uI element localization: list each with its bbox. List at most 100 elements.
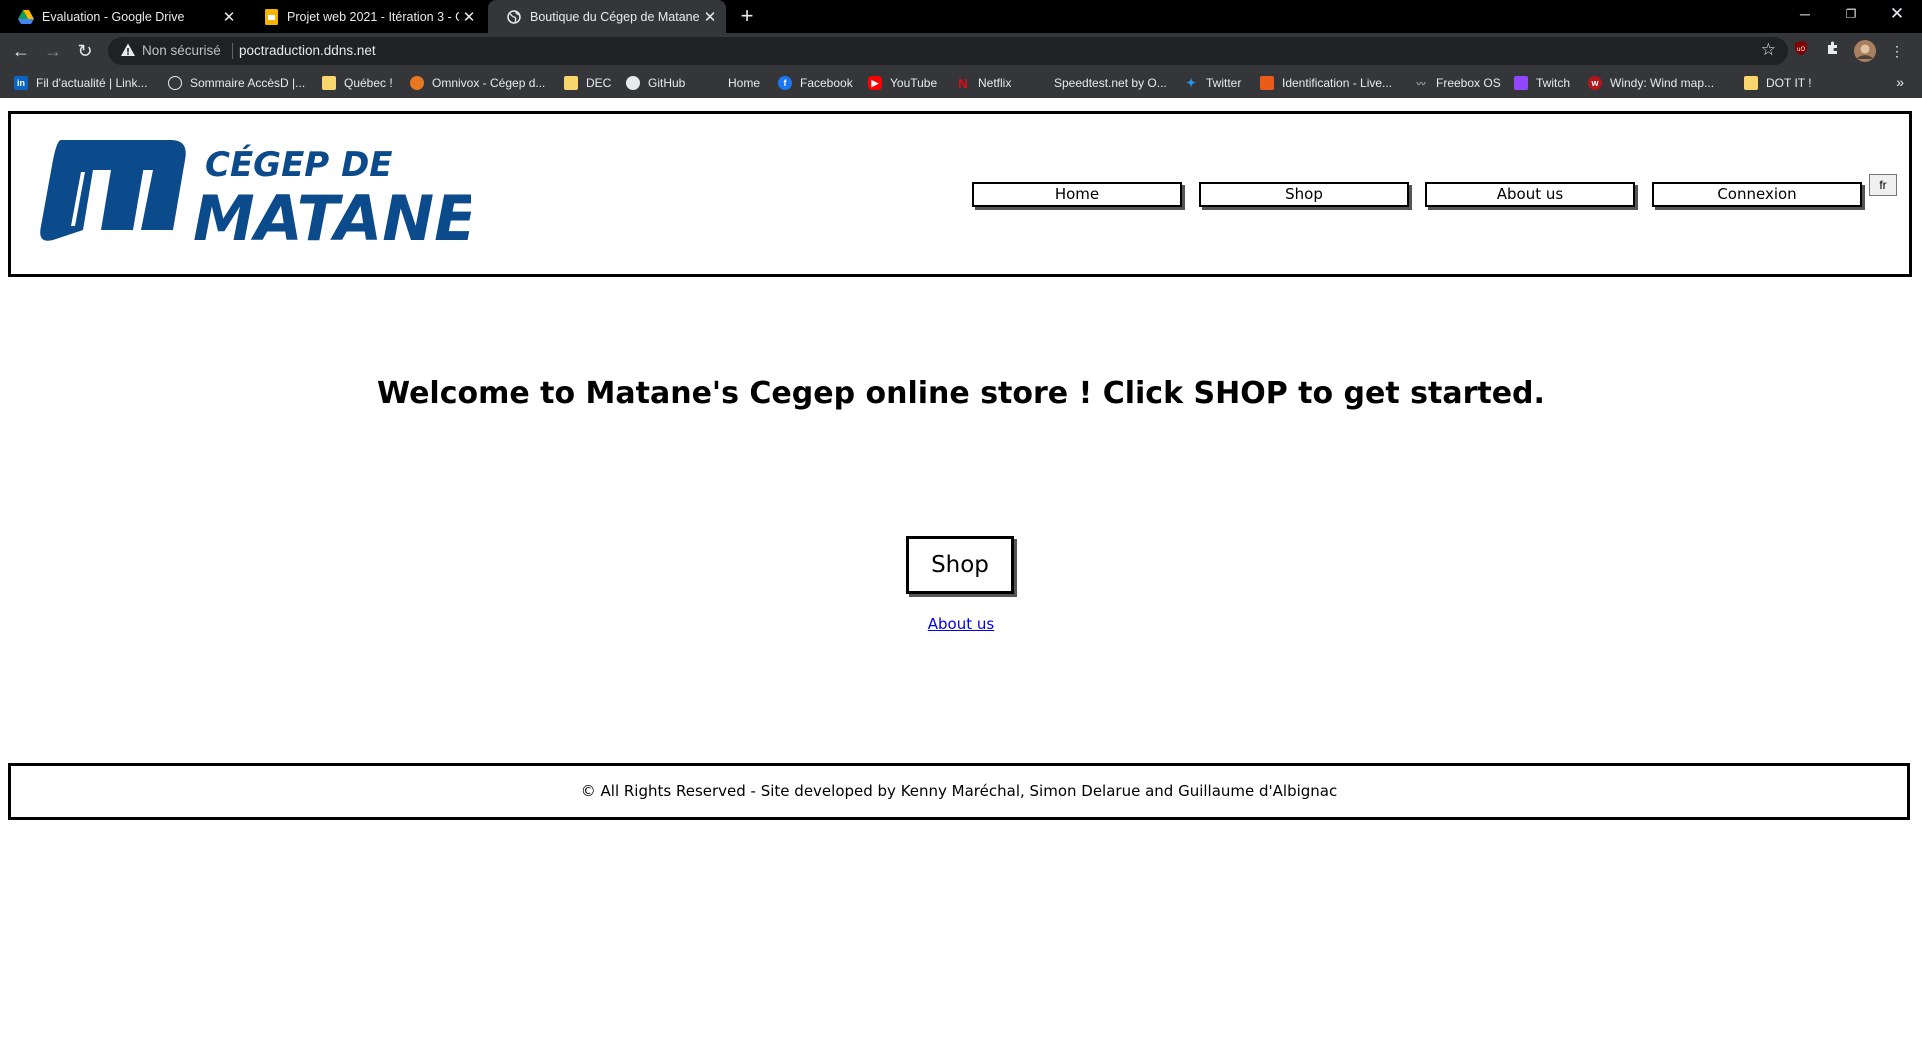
window-close-icon[interactable]: ✕ [1874, 0, 1920, 28]
bookmark-label: Québec ! [344, 76, 393, 90]
tab-title: Evaluation - Google Drive [42, 9, 185, 24]
bookmark-twitch[interactable]: Twitch [1514, 74, 1570, 92]
chevron-right-icon[interactable]: » [1896, 74, 1904, 90]
web-page: CÉGEP DE MATANE Home Shop About us Conne… [0, 98, 1922, 1039]
github-icon [626, 76, 640, 90]
bookmark-label: Freebox OS [1436, 76, 1501, 90]
bookmark-label: Home [728, 76, 761, 90]
folder-icon [1744, 76, 1758, 90]
bookmark-label: Twitter [1206, 76, 1242, 90]
forward-icon[interactable]: → [42, 40, 64, 62]
nav-shop-button[interactable]: Shop [1199, 182, 1409, 207]
ublock-extension-icon[interactable]: uO [1790, 40, 1812, 62]
twitter-icon: ✦ [1185, 76, 1197, 90]
bookmark-label: DEC [586, 76, 612, 90]
facebook-icon: f [778, 76, 792, 90]
bookmark-label: YouTube [890, 76, 938, 90]
security-label[interactable]: Non sécurisé [142, 43, 221, 58]
about-us-link[interactable]: About us [928, 615, 994, 633]
svg-text:uO: uO [1797, 46, 1806, 53]
extensions-puzzle-icon[interactable] [1822, 40, 1844, 62]
bookmark-label: Fil d'actualité | Link... [36, 76, 148, 90]
welcome-heading: Welcome to Matane's Cegep online store !… [377, 376, 1545, 411]
close-icon[interactable]: ✕ [219, 8, 239, 26]
bookmark-label: DOT IT ! [1766, 76, 1812, 90]
site-footer: © All Rights Reserved - Site developed b… [8, 763, 1910, 820]
google-slides-icon [263, 8, 279, 25]
bookmark-label: GitHub [648, 76, 686, 90]
browser-toolbar: ← → ↻ Non sécurisé poctraduction.ddns.ne… [0, 33, 1922, 68]
tab-projet-web[interactable]: Projet web 2021 - Itération 3 - Go ✕ [245, 0, 485, 33]
office-icon [1260, 76, 1274, 90]
twitch-icon [1514, 76, 1528, 90]
bookmark-twitter[interactable]: ✦ Twitter [1184, 74, 1241, 92]
nav-connexion-button[interactable]: Connexion [1652, 182, 1862, 207]
bookmark-freebox[interactable]: 〰 Freebox OS [1414, 74, 1501, 92]
bookmark-label: Omnivox - Cégep d... [432, 76, 546, 90]
freebox-icon: 〰 [1416, 78, 1426, 89]
bookmark-accesd[interactable]: Sommaire AccèsD |... [168, 74, 305, 92]
url-text[interactable]: poctraduction.ddns.net [239, 43, 376, 58]
speedtest-icon [1032, 76, 1046, 90]
bookmark-star-icon[interactable]: ☆ [1761, 40, 1776, 60]
omnibox-divider [232, 43, 233, 59]
netflix-icon: N [958, 75, 968, 91]
tab-evaluation[interactable]: Evaluation - Google Drive ✕ [0, 0, 245, 33]
nav-home-button[interactable]: Home [972, 182, 1182, 207]
bookmark-dot-it[interactable]: DOT IT ! [1744, 74, 1812, 92]
bookmark-label: Sommaire AccèsD |... [190, 76, 306, 90]
bookmark-home[interactable]: Home [706, 74, 760, 92]
browser-tab-bar: Evaluation - Google Drive ✕ Projet web 2… [0, 0, 1922, 33]
windy-icon: w [1588, 76, 1602, 90]
logo-line2: MATANE [193, 182, 471, 255]
bookmark-github[interactable]: GitHub [626, 74, 685, 92]
close-icon[interactable]: ✕ [459, 8, 479, 26]
about-us-link-row: About us [0, 615, 1922, 633]
bookmark-label: Windy: Wind map... [1610, 76, 1715, 90]
warning-icon [120, 42, 138, 60]
bookmark-label: Speedtest.net by O... [1054, 76, 1167, 90]
minimize-icon[interactable]: ─ [1782, 0, 1828, 28]
folder-icon [564, 76, 578, 90]
home-icon [706, 76, 720, 90]
tab-title: Projet web 2021 - Itération 3 - Go [287, 9, 459, 24]
globe-icon [168, 76, 182, 90]
nav-about-button[interactable]: About us [1425, 182, 1635, 207]
bookmark-identification[interactable]: Identification - Live... [1260, 74, 1392, 92]
close-icon[interactable]: ✕ [700, 8, 720, 26]
bookmark-netflix[interactable]: N Netflix [956, 74, 1011, 92]
google-drive-icon [18, 9, 34, 25]
bookmark-youtube[interactable]: ▶ YouTube [868, 74, 937, 92]
bookmark-linkedin[interactable]: in Fil d'actualité | Link... [14, 74, 147, 92]
bookmark-dec[interactable]: DEC [564, 74, 611, 92]
tab-boutique[interactable]: Boutique du Cégep de Matane ✕ [488, 0, 726, 33]
bookmark-omnivox[interactable]: Omnivox - Cégep d... [410, 74, 545, 92]
bookmark-facebook[interactable]: f Facebook [778, 74, 853, 92]
omnivox-icon [410, 76, 424, 90]
youtube-icon: ▶ [868, 76, 882, 90]
profile-avatar-icon[interactable] [1854, 40, 1876, 62]
globe-icon [506, 9, 522, 25]
site-header: CÉGEP DE MATANE Home Shop About us Conne… [8, 111, 1912, 277]
cegep-logo[interactable]: CÉGEP DE MATANE [31, 130, 476, 256]
bookmark-windy[interactable]: w Windy: Wind map... [1588, 74, 1714, 92]
new-tab-icon[interactable]: + [736, 5, 758, 27]
address-bar[interactable]: Non sécurisé poctraduction.ddns.net ☆ [108, 37, 1788, 65]
language-toggle-button[interactable]: fr [1869, 174, 1897, 196]
bookmark-quebec[interactable]: Québec ! [322, 74, 393, 92]
reload-icon[interactable]: ↻ [74, 40, 96, 62]
shop-button[interactable]: Shop [906, 536, 1014, 594]
back-icon[interactable]: ← [10, 40, 32, 62]
bookmark-speedtest[interactable]: Speedtest.net by O... [1032, 74, 1167, 92]
bookmarks-bar: in Fil d'actualité | Link... Sommaire Acc… [0, 68, 1922, 98]
bookmark-label: Netflix [978, 76, 1012, 90]
browser-menu-icon[interactable]: ⋮ [1886, 40, 1908, 62]
bookmark-label: Twitch [1536, 76, 1571, 90]
folder-icon [322, 76, 336, 90]
bookmark-label: Facebook [800, 76, 853, 90]
linkedin-icon: in [14, 76, 28, 90]
restore-icon[interactable]: ❐ [1828, 0, 1874, 28]
tab-title: Boutique du Cégep de Matane [530, 9, 700, 24]
bookmark-label: Identification - Live... [1282, 76, 1393, 90]
logo-line1: CÉGEP DE [205, 144, 393, 185]
